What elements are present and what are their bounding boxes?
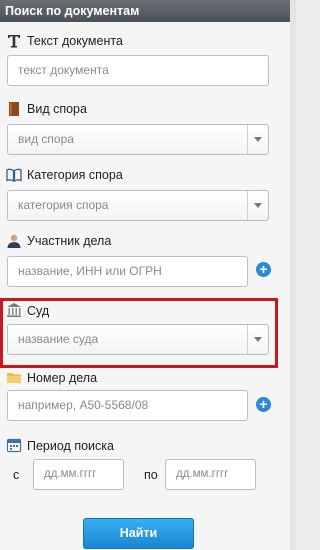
chevron-down-icon[interactable] (247, 125, 268, 154)
scrollbar[interactable] (290, 0, 296, 550)
case-number-input[interactable]: например, А50-5568/08 (7, 390, 248, 421)
text-icon (8, 35, 20, 48)
case-number-label: Номер дела (27, 371, 98, 385)
chevron-down-icon[interactable] (247, 191, 268, 220)
participant-label: Участник дела (27, 234, 112, 248)
dispute-type-label: Вид спора (27, 102, 87, 116)
search-panel: Поиск по документам Текст документа текс… (0, 0, 291, 550)
period-to-label: по (144, 468, 158, 482)
dispute-category-label: Категория спора (27, 168, 123, 182)
panel-title: Поиск по документам (0, 0, 290, 22)
find-button[interactable]: Найти (83, 518, 194, 549)
dispute-category-select[interactable]: категория спора (7, 190, 269, 221)
folder-icon (7, 373, 21, 383)
participant-input[interactable]: название, ИНН или ОГРН (7, 256, 248, 287)
dispute-category-value: категория спора (18, 198, 109, 212)
doc-text-input[interactable]: текст документа (7, 55, 269, 86)
open-book-icon (6, 168, 22, 183)
period-label: Период поиска (27, 439, 114, 453)
person-icon (7, 234, 21, 248)
book-icon (9, 102, 19, 116)
add-participant-button[interactable]: + (256, 262, 271, 277)
dispute-type-value: вид спора (18, 132, 74, 146)
period-from-label: с (13, 468, 20, 482)
period-to-input[interactable]: дд.мм.гггг (165, 459, 256, 490)
doc-text-label: Текст документа (27, 34, 123, 48)
calendar-icon (6, 438, 22, 453)
period-from-input[interactable]: дд.мм.гггг (33, 459, 124, 490)
dispute-type-select[interactable]: вид спора (7, 124, 269, 155)
court-highlight-frame (0, 298, 278, 368)
add-case-number-button[interactable]: + (256, 397, 271, 412)
